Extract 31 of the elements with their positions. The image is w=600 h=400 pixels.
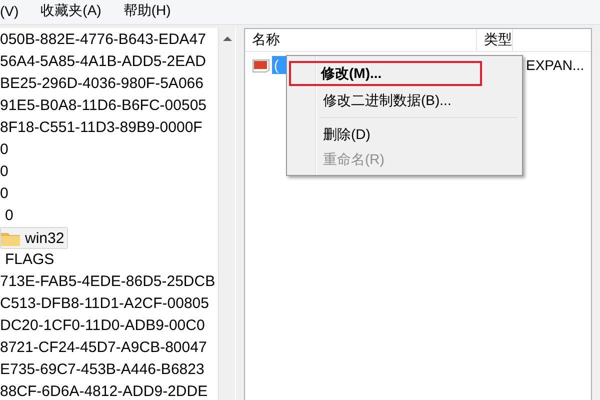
tree-item[interactable]: win32 xyxy=(0,227,68,249)
column-header[interactable]: 名称 xyxy=(245,29,477,51)
tree-item[interactable]: 91E5-B0A8-11D6-B6FC-00505 xyxy=(0,96,207,116)
tree-item[interactable]: 8F18-C551-11D3-89B9-0000F xyxy=(0,118,202,138)
string-value-icon xyxy=(252,57,270,73)
menu-item[interactable]: 修改(M)... xyxy=(289,61,482,86)
tree-item[interactable]: DC20-1CF0-11D0-ADB9-00C0 xyxy=(0,316,205,336)
tree-item[interactable]: BE25-296D-4036-980F-5A066 xyxy=(0,74,204,94)
tree-item[interactable]: 88CF-6D6A-4812-ADD9-2DDE xyxy=(0,382,208,400)
tree-item[interactable]: 56A4-5A85-4A1B-ADD5-2EAD xyxy=(0,52,206,72)
tree-item[interactable]: 0 xyxy=(0,162,8,182)
tree-item[interactable]: 0 xyxy=(0,140,8,160)
tree-item[interactable]: E735-69C7-453B-A446-B6823 xyxy=(0,360,204,380)
scroll-up-icon[interactable] xyxy=(222,36,232,42)
menu-item[interactable]: (V) xyxy=(0,3,19,19)
menu-item: 重命名(R) xyxy=(322,150,386,169)
column-header[interactable]: 类型 xyxy=(477,29,513,51)
tree-item[interactable]: C513-DFB8-11D1-A2CF-00805 xyxy=(0,294,209,314)
menu-item[interactable]: 收藏夹(A) xyxy=(40,2,102,20)
tree-item[interactable]: 0 xyxy=(0,184,8,204)
menu-item[interactable]: 帮助(H) xyxy=(123,2,171,20)
value-type: EXPAN... xyxy=(526,57,584,73)
tree-item[interactable]: 8721-CF24-45D7-A9CB-80047 xyxy=(0,338,207,358)
tree-item[interactable]: 050B-882E-4776-B643-EDA47 xyxy=(0,30,206,50)
scrollbar[interactable] xyxy=(218,28,235,400)
tree-item[interactable]: FLAGS xyxy=(5,250,54,270)
tree-item[interactable]: 0 xyxy=(5,206,14,226)
menu-item[interactable]: 删除(D) xyxy=(289,122,520,147)
tree-item[interactable]: 713E-FAB5-4EDE-86D5-25DCB xyxy=(0,272,216,292)
folder-icon xyxy=(1,230,21,246)
menu-item[interactable]: 修改二进制数据(B)... xyxy=(289,88,520,113)
